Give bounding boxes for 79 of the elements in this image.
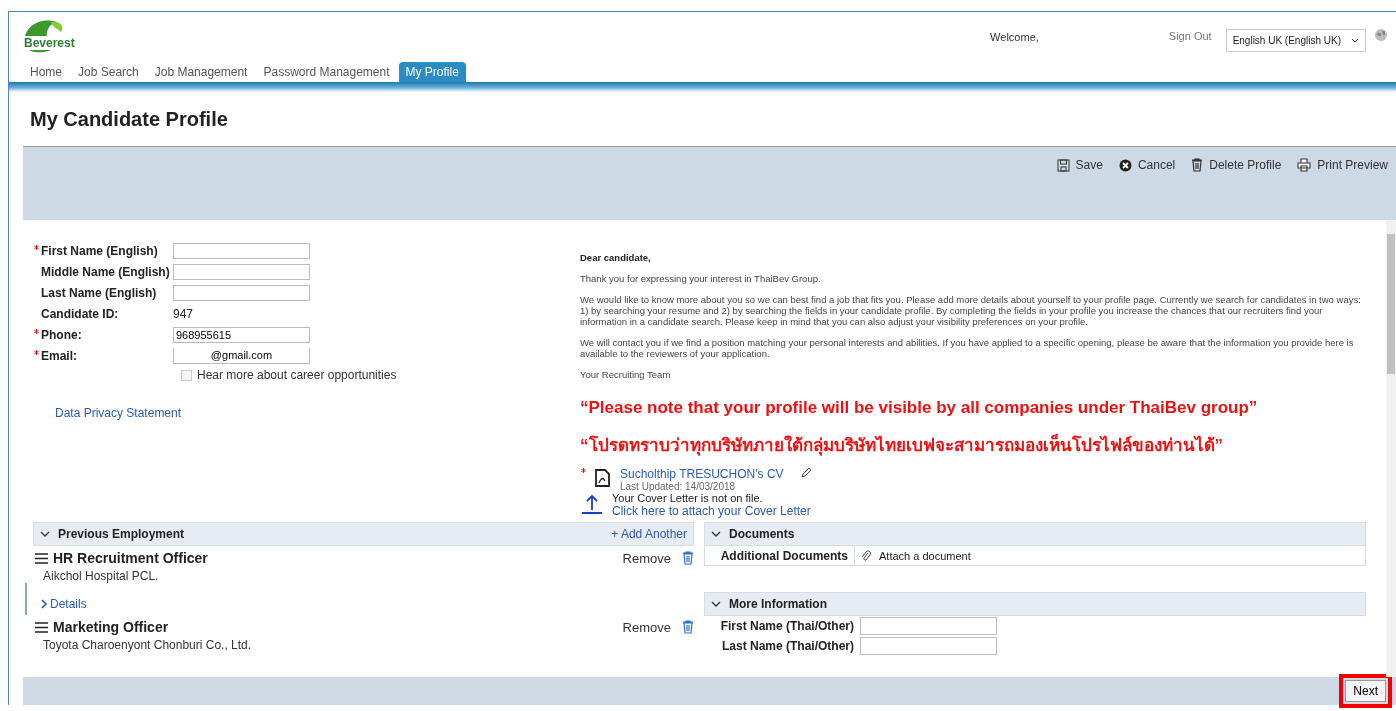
letter-paragraph: Thank you for expressing your interest in ThaiBev Group. xyxy=(580,273,822,284)
section-title: More Information xyxy=(729,597,827,611)
trash-icon xyxy=(1191,158,1204,172)
text-field[interactable] xyxy=(860,637,997,655)
drag-handle-icon[interactable] xyxy=(35,552,48,564)
last-updated-text: Last Updated: 14/03/2018 xyxy=(620,481,737,492)
trash-icon[interactable] xyxy=(682,551,694,565)
attach-document-link[interactable]: Attach a document xyxy=(855,549,971,562)
logo[interactable]: Beverest xyxy=(21,16,81,56)
field-label: First Name (English) xyxy=(33,243,173,258)
printer-icon xyxy=(1297,158,1312,172)
field-label: Phone: xyxy=(33,327,173,342)
letter-paragraph: We would like to know more about you so we can best find a job that fits you. Please add more details about yourself to your profile page. Currently we search for candidates in two ways: 1) by searching your resume and 2) by searching the fields in your candidate profile. By completing the fields in your profile you increase the chances that our recruiters find your information in a candidate search. Please keep in mind that you can also adjust your visibility preferences on your profile. xyxy=(580,294,1362,327)
job-title: Marketing Officer xyxy=(53,619,169,635)
privacy-link[interactable]: Data Privacy Statement xyxy=(55,406,182,420)
scrollbar[interactable] xyxy=(1386,220,1396,677)
job-title: HR Recruitment Officer xyxy=(53,550,208,566)
chevron-down-icon[interactable] xyxy=(711,530,721,538)
field-label: Middle Name (English) xyxy=(40,264,171,279)
remove-link[interactable]: Remove xyxy=(622,619,671,635)
nav-tab[interactable]: My Profile xyxy=(398,62,466,82)
field-label: Last Name (Thai/Other) xyxy=(720,639,854,653)
save-button[interactable]: Save xyxy=(1056,158,1103,172)
print-button[interactable]: Print Preview xyxy=(1297,158,1388,172)
chevron-down-icon[interactable] xyxy=(40,530,50,538)
pencil-icon[interactable] xyxy=(799,467,812,479)
cancel-button[interactable]: Cancel xyxy=(1118,158,1176,172)
text-field[interactable] xyxy=(173,284,310,301)
delete-button[interactable]: Delete Profile xyxy=(1191,158,1282,172)
trash-icon[interactable] xyxy=(682,620,694,634)
text-field[interactable]: 968955615 xyxy=(173,326,310,343)
nav-tab[interactable]: Job Management xyxy=(147,62,255,82)
document-label: Additional Documents xyxy=(705,546,855,565)
chevron-right-icon[interactable] xyxy=(41,599,48,609)
paperclip-icon xyxy=(861,549,871,562)
company-name: Aikchol Hospital PCL. xyxy=(42,568,160,583)
scroll-thumb[interactable] xyxy=(1387,234,1395,374)
cover-letter-status: Your Cover Letter is not on file. xyxy=(612,492,764,504)
section-title: Previous Employment xyxy=(58,527,185,541)
upload-icon[interactable] xyxy=(580,492,604,514)
page-title: My Candidate Profile xyxy=(30,108,229,132)
globe-icon[interactable] xyxy=(1374,28,1388,42)
email-field[interactable]: @gmail.com xyxy=(173,347,310,364)
save-icon xyxy=(1056,158,1070,172)
field-label: Email: xyxy=(33,348,173,363)
nav-tab[interactable]: Password Management xyxy=(256,62,397,82)
next-button[interactable]: Next xyxy=(1345,680,1386,702)
text-field[interactable] xyxy=(173,242,310,259)
notice-text: “Please note that your profile will be visible by all companies under ThaiBev group” xyxy=(580,398,1259,418)
text-field[interactable] xyxy=(860,617,997,635)
company-name: Toyota Charoenyont Chonburi Co., Ltd. xyxy=(42,637,253,652)
checkbox-label: Hear more about career opportunities xyxy=(197,368,397,382)
remove-link[interactable]: Remove xyxy=(622,550,671,566)
section-title: Documents xyxy=(729,527,795,541)
welcome-text: Welcome, xyxy=(990,31,1039,43)
checkbox[interactable] xyxy=(181,369,192,381)
field-label: Candidate ID: xyxy=(40,306,120,321)
chevron-down-icon[interactable] xyxy=(711,600,721,608)
resume-link[interactable]: Sucholthip TRESUCHON’s CV xyxy=(620,467,784,481)
nav-tab[interactable]: Job Search xyxy=(71,62,146,82)
candidate-id: 947 xyxy=(173,306,194,321)
details-link[interactable]: Details xyxy=(25,583,694,615)
letter-paragraph: We will contact you if we find a position matching your personal interests and abilities. If you have applied to a specific opening, please be aware that the information you provide here is available to the reviewers of your application. xyxy=(580,337,1355,359)
chevron-down-icon[interactable] xyxy=(1351,38,1359,43)
field-label: Last Name (English) xyxy=(40,285,158,300)
text-field[interactable] xyxy=(173,263,310,280)
attach-cover-letter-link[interactable]: Click here to attach your Cover Letter xyxy=(612,504,811,518)
field-label: First Name (Thai/Other) xyxy=(719,619,854,633)
add-another-link[interactable]: + Add Another xyxy=(611,527,687,541)
cancel-icon xyxy=(1118,158,1132,172)
signature-text: Your Recruiting Team xyxy=(580,369,672,380)
nav-tab[interactable]: Home xyxy=(23,62,69,82)
logo-text: Beverest xyxy=(23,36,76,50)
language-select[interactable]: English UK (English UK) xyxy=(1225,29,1366,52)
pdf-file-icon xyxy=(594,467,612,489)
greeting-text: Dear candidate, xyxy=(580,252,652,263)
notice-text: “โปรดทราบว่าทุกบริษัทภายใต้กลุ่มบริษัทไทยเบฟจะสามารถมองเห็นโปรไฟล์ของท่านได้” xyxy=(580,433,1224,458)
sign-out-link[interactable]: Sign Out xyxy=(1168,30,1212,42)
drag-handle-icon[interactable] xyxy=(35,621,48,633)
